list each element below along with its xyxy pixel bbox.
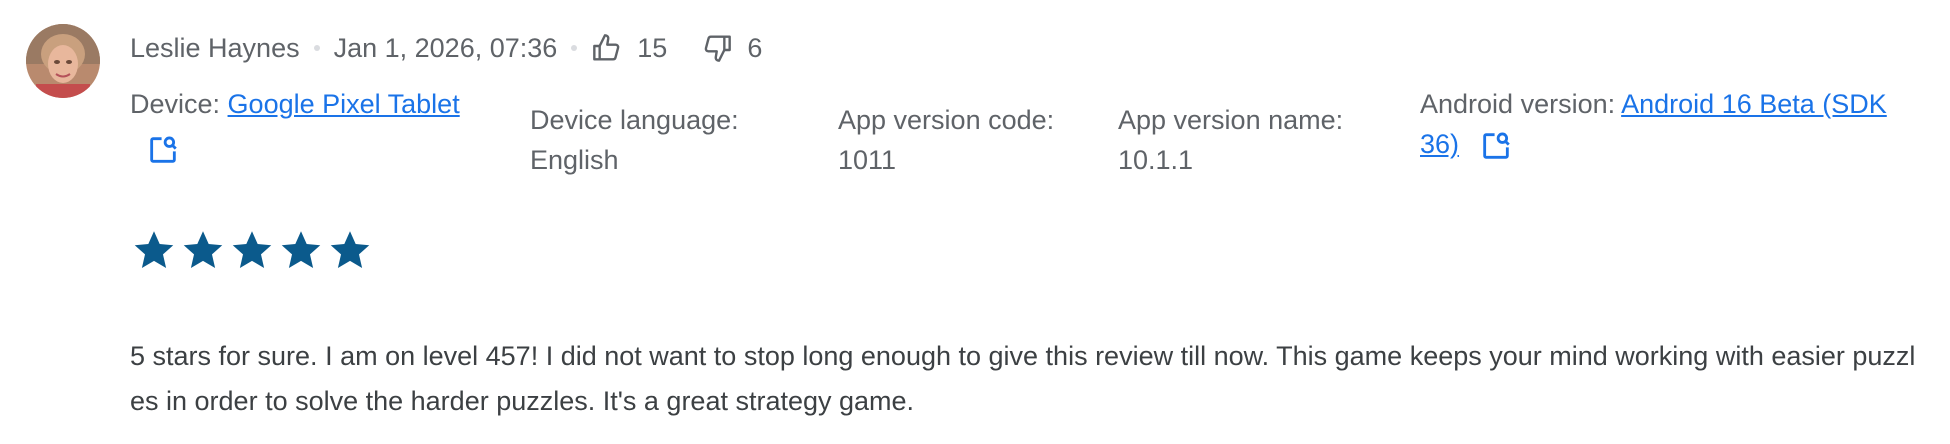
language-label: Device language: bbox=[530, 105, 739, 135]
language-field: Device language: English bbox=[530, 100, 739, 180]
review-metadata: Device: Google Pixel Tablet Device langu… bbox=[0, 84, 1950, 194]
android-version-label: Android version: bbox=[1420, 89, 1616, 119]
version-name-label: App version name: bbox=[1118, 105, 1344, 135]
language-value: English bbox=[530, 145, 619, 175]
separator-dot bbox=[571, 45, 578, 51]
separator-dot bbox=[313, 45, 320, 51]
review-text: 5 stars for sure. I am on level 457! I d… bbox=[130, 341, 1916, 416]
review-card: Leslie Haynes Jan 1, 2026, 07:36 15 6 De… bbox=[0, 0, 1950, 444]
star-icon bbox=[328, 228, 372, 272]
star-icon bbox=[181, 228, 225, 272]
star-icon bbox=[230, 228, 274, 272]
thumbs-up-count: 15 bbox=[637, 32, 668, 63]
version-code-field: App version code: 1011 bbox=[838, 100, 1054, 180]
thumbs-up-button[interactable]: 15 bbox=[591, 32, 667, 64]
version-name-value: 10.1.1 bbox=[1118, 145, 1194, 175]
star-rating bbox=[132, 228, 377, 272]
android-version-field: Android version: Android 16 Beta (SDK 36… bbox=[1420, 84, 1930, 164]
version-name-field: App version name: 10.1.1 bbox=[1118, 100, 1343, 180]
device-label: Device: bbox=[130, 89, 221, 119]
version-code-label: App version code: bbox=[838, 105, 1055, 135]
star-icon bbox=[279, 228, 323, 272]
review-header: Leslie Haynes Jan 1, 2026, 07:36 15 6 bbox=[130, 26, 762, 70]
copy-search-icon bbox=[146, 133, 180, 167]
copy-search-icon bbox=[1479, 129, 1513, 163]
copy-device-button[interactable] bbox=[146, 133, 180, 167]
device-link[interactable]: Google Pixel Tablet bbox=[228, 89, 460, 119]
thumbs-down-count: 6 bbox=[747, 32, 763, 63]
review-date: Jan 1, 2026, 07:36 bbox=[333, 32, 558, 63]
thumbs-down-button[interactable]: 6 bbox=[701, 32, 762, 64]
star-icon bbox=[132, 228, 176, 272]
version-code-value: 1011 bbox=[838, 145, 897, 175]
device-field: Device: Google Pixel Tablet bbox=[130, 84, 530, 168]
copy-android-version-button[interactable] bbox=[1479, 129, 1513, 163]
thumbs-up-icon bbox=[591, 32, 623, 64]
author-name: Leslie Haynes bbox=[130, 32, 300, 63]
thumbs-down-icon bbox=[701, 32, 733, 64]
